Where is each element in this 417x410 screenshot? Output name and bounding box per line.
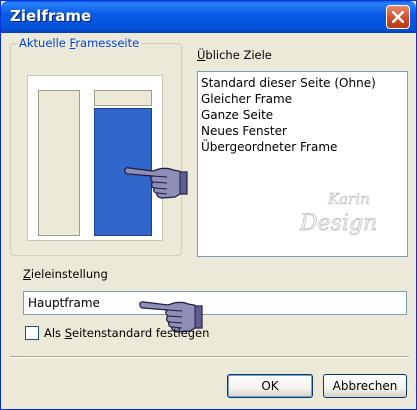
frames-preview bbox=[27, 75, 163, 241]
list-item[interactable]: Neues Fenster bbox=[198, 123, 407, 139]
target-setting-input[interactable]: Hauptframe bbox=[23, 291, 407, 315]
list-item[interactable]: Standard dieser Seite (Ohne) bbox=[198, 75, 407, 91]
target-setting-label: Zieleinstellung bbox=[23, 267, 108, 281]
current-frames-label: Aktuelle Framesseite bbox=[17, 36, 142, 50]
pointing-hand-icon bbox=[124, 167, 188, 199]
ok-button[interactable]: OK bbox=[227, 374, 313, 398]
close-button[interactable] bbox=[386, 5, 410, 29]
dialog-window: Zielframe Aktuelle Framesseite Übliche Z… bbox=[0, 0, 417, 410]
close-icon bbox=[392, 11, 404, 23]
list-item[interactable]: Übergeordneter Frame bbox=[198, 139, 407, 155]
svg-text:Design: Design bbox=[299, 211, 377, 236]
separator bbox=[10, 356, 409, 358]
list-item[interactable]: Gleicher Frame bbox=[198, 91, 407, 107]
frame-top[interactable] bbox=[94, 90, 152, 106]
window-title: Zielframe bbox=[10, 7, 92, 25]
default-checkbox-label[interactable]: Als Seitenstandard festlegen bbox=[44, 326, 209, 340]
frame-left[interactable] bbox=[38, 90, 80, 236]
title-bar[interactable]: Zielframe bbox=[1, 1, 416, 33]
svg-text:Karin: Karin bbox=[327, 190, 370, 208]
cancel-button[interactable]: Abbrechen bbox=[323, 374, 407, 398]
list-item[interactable]: Ganze Seite bbox=[198, 107, 407, 123]
usual-targets-label: Übliche Ziele bbox=[197, 48, 272, 62]
watermark-logo: Karin Design bbox=[294, 184, 406, 238]
usual-targets-list[interactable]: Standard dieser Seite (Ohne) Gleicher Fr… bbox=[197, 71, 408, 257]
default-checkbox[interactable] bbox=[25, 326, 39, 340]
